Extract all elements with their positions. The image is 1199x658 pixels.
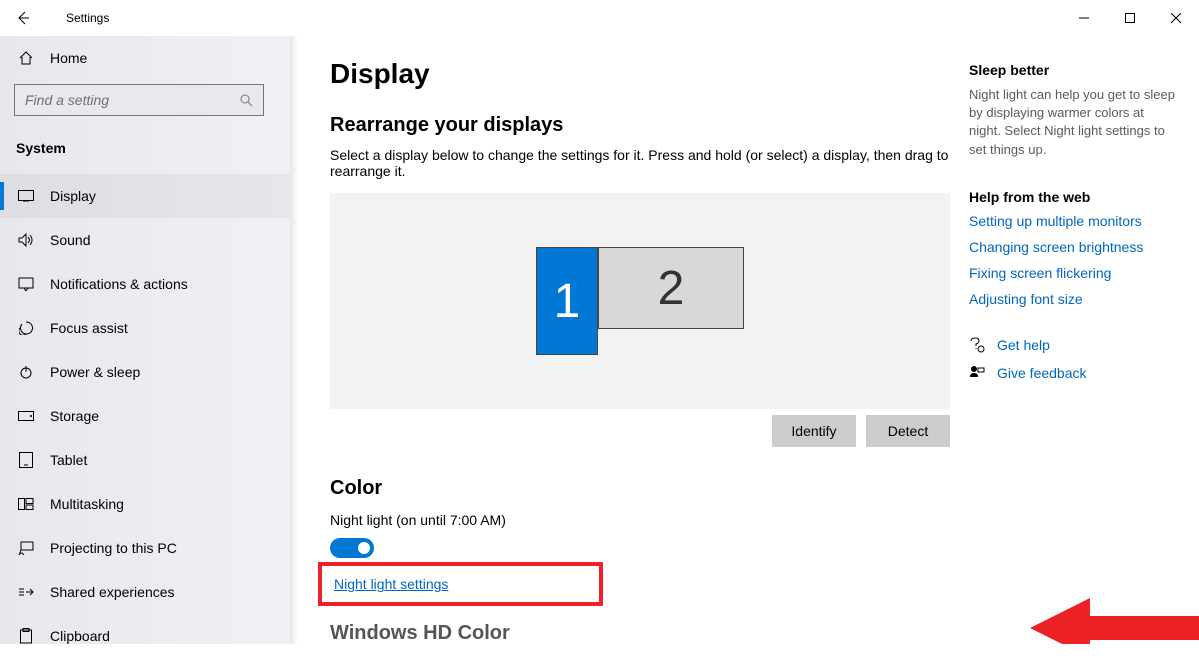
sidebar-home[interactable]: Home [0, 36, 290, 80]
help-link-fontsize[interactable]: Adjusting font size [969, 291, 1175, 307]
feedback-icon [969, 365, 985, 381]
maximize-button[interactable] [1107, 0, 1153, 36]
rearrange-heading: Rearrange your displays [330, 114, 950, 137]
sidebar-item-label: Shared experiences [50, 584, 175, 600]
home-icon [18, 50, 34, 66]
sidebar-item-label: Tablet [50, 452, 87, 468]
color-heading: Color [330, 477, 950, 500]
night-light-settings-link[interactable]: Night light settings [334, 576, 448, 592]
sidebar-item-multitasking[interactable]: Multitasking [0, 482, 290, 526]
annotation-arrow-icon [1030, 598, 1199, 644]
sidebar-item-power[interactable]: Power & sleep [0, 350, 290, 394]
sidebar-item-display[interactable]: Display [0, 174, 290, 218]
rearrange-desc: Select a display below to change the set… [330, 147, 950, 179]
sidebar-item-shared[interactable]: Shared experiences [0, 570, 290, 614]
sidebar-item-label: Focus assist [50, 320, 128, 336]
display-icon [18, 188, 34, 204]
sidebar-item-notifications[interactable]: Notifications & actions [0, 262, 290, 306]
hd-color-heading: Windows HD Color [330, 622, 950, 644]
close-button[interactable] [1153, 0, 1199, 36]
sidebar-item-storage[interactable]: Storage [0, 394, 290, 438]
sidebar-item-label: Sound [50, 232, 90, 248]
storage-icon [18, 408, 34, 424]
sidebar-item-projecting[interactable]: Projecting to this PC [0, 526, 290, 570]
search-placeholder: Find a setting [25, 92, 109, 108]
sidebar-item-label: Display [50, 188, 96, 204]
sidebar-item-label: Notifications & actions [50, 276, 188, 292]
aside-help-title: Help from the web [969, 189, 1175, 205]
sidebar: Home Find a setting System Display Sound… [0, 36, 290, 644]
sound-icon [18, 232, 34, 248]
sidebar-item-tablet[interactable]: Tablet [0, 438, 290, 482]
sidebar-item-clipboard[interactable]: Clipboard [0, 614, 290, 658]
help-link-brightness[interactable]: Changing screen brightness [969, 239, 1175, 255]
aside-sleep-title: Sleep better [969, 62, 1175, 78]
night-light-toggle[interactable] [330, 538, 374, 558]
sidebar-item-label: Multitasking [50, 496, 124, 512]
sidebar-item-label: Power & sleep [50, 364, 140, 380]
monitor-2[interactable]: 2 [598, 247, 744, 329]
tablet-icon [18, 452, 34, 468]
night-light-status: Night light (on until 7:00 AM) [330, 512, 950, 528]
help-link-monitors[interactable]: Setting up multiple monitors [969, 213, 1175, 229]
titlebar: Settings [0, 0, 1199, 36]
sidebar-item-label: Clipboard [50, 628, 110, 644]
sidebar-item-focus-assist[interactable]: Focus assist [0, 306, 290, 350]
sidebar-section: System [0, 124, 290, 174]
notifications-icon [18, 276, 34, 292]
annotation-highlight: Night light settings [318, 562, 603, 606]
sidebar-item-label: Storage [50, 408, 99, 424]
feedback-link[interactable]: Give feedback [969, 365, 1175, 381]
focus-icon [18, 320, 34, 336]
window-title: Settings [58, 11, 109, 25]
monitor-1[interactable]: 1 [536, 247, 598, 355]
clipboard-icon [18, 628, 34, 644]
identify-button[interactable]: Identify [772, 415, 856, 447]
projecting-icon [18, 540, 34, 556]
display-arranger[interactable]: 1 2 [330, 193, 950, 409]
search-input[interactable]: Find a setting [14, 84, 264, 116]
back-icon[interactable] [16, 11, 30, 25]
aside-sleep-text: Night light can help you get to sleep by… [969, 86, 1175, 159]
help-icon [969, 337, 985, 353]
detect-button[interactable]: Detect [866, 415, 950, 447]
sidebar-item-sound[interactable]: Sound [0, 218, 290, 262]
minimize-button[interactable] [1061, 0, 1107, 36]
sidebar-home-label: Home [50, 50, 87, 66]
page-title: Display [330, 58, 950, 90]
search-icon [239, 93, 253, 107]
sidebar-item-label: Projecting to this PC [50, 540, 177, 556]
help-link-flickering[interactable]: Fixing screen flickering [969, 265, 1175, 281]
multitasking-icon [18, 496, 34, 512]
power-icon [18, 364, 34, 380]
get-help-link[interactable]: Get help [969, 337, 1175, 353]
shared-icon [18, 584, 34, 600]
